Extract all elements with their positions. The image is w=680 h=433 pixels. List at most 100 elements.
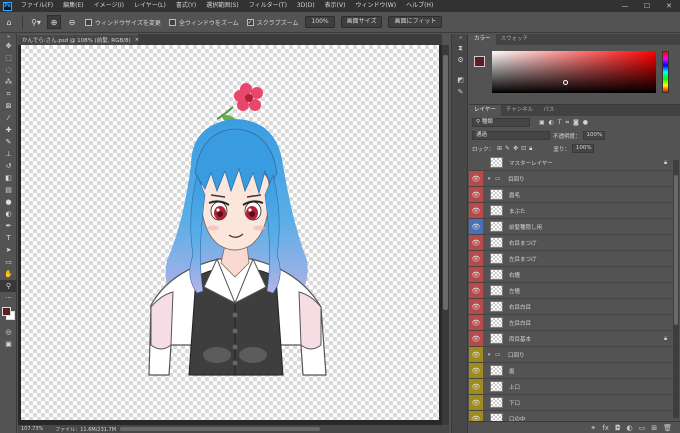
maximize-button[interactable]: ☐ [636, 0, 658, 12]
visibility-eye-icon[interactable]: 👁︎ [469, 363, 483, 378]
visibility-eye-icon[interactable]: 👁︎ [469, 379, 483, 394]
adjustments-icon[interactable]: ◩ [452, 74, 469, 86]
menu-select[interactable]: 選択範囲(S) [201, 0, 244, 12]
visibility-eye-icon[interactable]: 👁︎ [469, 171, 483, 186]
zoom-out-icon[interactable]: ⊖ [65, 15, 79, 29]
layer-thumbnail[interactable] [490, 253, 503, 264]
layer-thumbnail[interactable] [490, 285, 503, 296]
move-icon[interactable]: ✥ [0, 40, 17, 52]
layer-name[interactable]: 歯 [506, 367, 674, 375]
zoom-100-button[interactable]: 100% [305, 16, 335, 28]
zoom-tool-preset-icon[interactable]: ⚲▾ [29, 15, 43, 29]
layer-row[interactable]: 👁︎ 前髪種隠し用 [469, 219, 674, 235]
eyedropper-icon[interactable]: ⁄ [0, 112, 17, 124]
link-layers-icon[interactable]: ⚭ [590, 424, 596, 432]
history-icon[interactable]: ⧗ [452, 42, 469, 54]
layer-row[interactable]: 👁︎ 下口 [469, 395, 674, 411]
layer-thumbnail[interactable] [490, 157, 503, 168]
layer-row[interactable]: 👁︎ 右目白目 [469, 299, 674, 315]
layer-name[interactable]: マスターレイヤー [506, 159, 664, 167]
layer-thumbnail[interactable] [490, 317, 503, 328]
menu-type[interactable]: 書式(Y) [171, 0, 201, 12]
collapse-icon[interactable]: « [452, 34, 469, 42]
layer-row[interactable]: 👁︎ 左目まつげ [469, 251, 674, 267]
pen-icon[interactable]: ✒ [0, 220, 17, 232]
layer-group-row[interactable]: 👁︎ ▾ ▭ 目回り [469, 171, 674, 187]
layer-name[interactable]: まぶた [506, 207, 674, 215]
horizontal-scroll-thumb[interactable] [120, 427, 320, 431]
layer-thumbnail[interactable] [490, 205, 503, 216]
scrubby-zoom-checkbox[interactable]: ✓ スクラブズーム [246, 18, 298, 27]
tab-color[interactable]: カラー [469, 34, 496, 45]
layer-row[interactable]: 👁︎ 左目白目 [469, 315, 674, 331]
layer-name[interactable]: 右目まつげ [506, 239, 674, 247]
tab-layers[interactable]: レイヤー [469, 105, 501, 116]
history-brush-icon[interactable]: ↺ [0, 160, 17, 172]
layer-row[interactable]: 👁︎ 眉毛 [469, 187, 674, 203]
adjustment-layer-icon[interactable]: ◐ [627, 424, 633, 432]
zoom-icon[interactable]: ⚲ [0, 280, 17, 292]
brush-icon[interactable]: ✎ [0, 136, 17, 148]
frame-icon[interactable]: ⊠ [0, 100, 17, 112]
healing-icon[interactable]: ✚ [0, 124, 17, 136]
menu-edit[interactable]: 編集(E) [58, 0, 88, 12]
opacity-input[interactable]: 100% [582, 131, 605, 140]
layer-name[interactable]: 右瞳 [506, 271, 674, 279]
type-icon[interactable]: T [0, 232, 17, 244]
menu-layer[interactable]: レイヤー(L) [129, 0, 171, 12]
properties-icon[interactable]: ⚙ [452, 54, 469, 66]
layer-thumbnail[interactable] [490, 397, 503, 408]
visibility-eye-icon[interactable]: 👁︎ [469, 251, 483, 266]
layer-row[interactable]: 👁︎ 両目基本 🔒︎ [469, 331, 674, 347]
layer-name[interactable]: 左目まつげ [506, 255, 674, 263]
layer-thumbnail[interactable] [490, 237, 503, 248]
layer-name[interactable]: 左瞳 [506, 287, 674, 295]
layer-row[interactable]: 👁︎ 左瞳 [469, 283, 674, 299]
layer-name[interactable]: 前髪種隠し用 [506, 223, 674, 231]
new-group-icon[interactable]: ▭ [639, 424, 646, 432]
layer-name[interactable]: 口回り [505, 351, 674, 359]
fit-screen-button[interactable]: 画面サイズ [340, 16, 383, 28]
lock-options-icons[interactable]: ⊞✎✥⊡🔒︎ [497, 145, 535, 153]
dodge-icon[interactable]: ◐ [0, 208, 17, 220]
tab-paths[interactable]: パス [538, 105, 559, 116]
visibility-eye-icon[interactable]: 👁︎ [469, 283, 483, 298]
close-tab-icon[interactable]: × [135, 37, 140, 43]
layer-name[interactable]: 右目白目 [506, 303, 674, 311]
screen-mode-icon[interactable]: ▣ [0, 338, 17, 350]
layer-row[interactable]: 👁︎ 歯 [469, 363, 674, 379]
layer-row[interactable]: マスターレイヤー 🔒︎ [469, 155, 674, 171]
hand-icon[interactable]: ✋ [0, 268, 17, 280]
home-icon[interactable]: ⌂ [2, 15, 16, 29]
canvas-area[interactable] [18, 45, 442, 425]
visibility-eye-icon[interactable]: 👁︎ [469, 203, 483, 218]
layer-row[interactable]: 👁︎ 上口 [469, 379, 674, 395]
document-tab[interactable]: かんでら:さん.psd @ 108% (前髪, RGB/8) × [18, 34, 140, 45]
layer-thumbnail[interactable] [490, 189, 503, 200]
layer-row[interactable]: 👁︎ まぶた [469, 203, 674, 219]
quick-mask-icon[interactable]: ◎ [0, 326, 17, 338]
layer-row[interactable]: 👁︎ 右目まつげ [469, 235, 674, 251]
layer-row[interactable]: 👁︎ 右瞳 [469, 267, 674, 283]
all-windows-zoom-checkbox[interactable]: 全ウィンドウをズーム [168, 18, 239, 27]
visibility-eye-icon[interactable] [469, 155, 483, 170]
stamp-icon[interactable]: ⊥ [0, 148, 17, 160]
foreground-color-swatch[interactable] [474, 56, 485, 67]
layer-name[interactable]: 両目基本 [506, 335, 664, 343]
blend-mode-select[interactable]: 通過 [472, 131, 550, 140]
lasso-icon[interactable]: ◌ [0, 64, 17, 76]
visibility-eye-icon[interactable]: 👁︎ [469, 315, 483, 330]
visibility-eye-icon[interactable]: 👁︎ [469, 235, 483, 250]
tab-channels[interactable]: チャンネル [501, 105, 538, 116]
layer-kind-filter[interactable]: ⚲ 種類 [472, 118, 530, 127]
layer-group-row[interactable]: 👁︎ ▾ ▭ 口回り [469, 347, 674, 363]
visibility-eye-icon[interactable]: 👁︎ [469, 267, 483, 282]
layer-thumbnail[interactable] [490, 365, 503, 376]
layers-scroll-thumb[interactable] [674, 175, 678, 325]
eraser-icon[interactable]: ◧ [0, 172, 17, 184]
path-select-icon[interactable]: ➤ [0, 244, 17, 256]
visibility-eye-icon[interactable]: 👁︎ [469, 347, 483, 362]
layer-thumbnail[interactable] [490, 381, 503, 392]
minimize-button[interactable]: — [614, 0, 636, 12]
more-icon[interactable]: ··· [0, 292, 17, 304]
